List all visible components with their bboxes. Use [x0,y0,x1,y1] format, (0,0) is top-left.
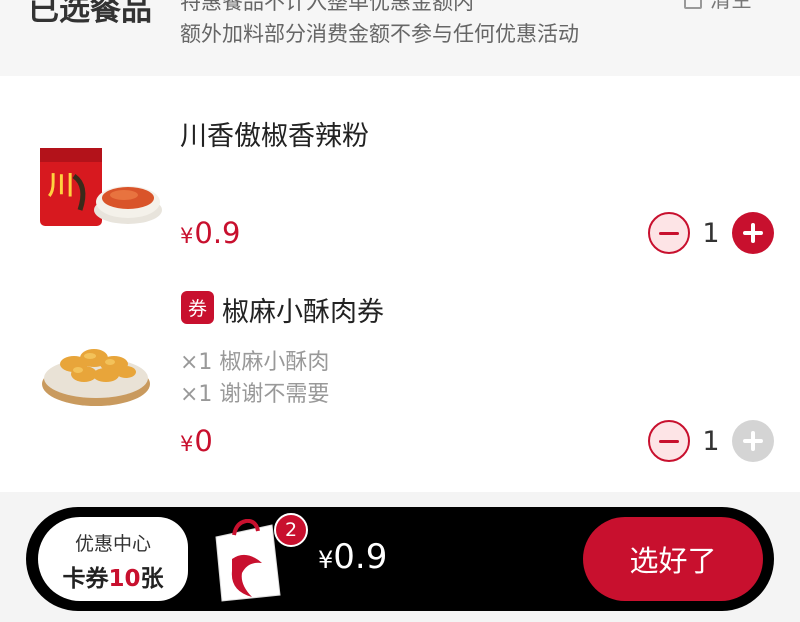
cart-count-badge: 2 [274,513,308,547]
item-price: ¥0.9 [180,216,241,250]
cart-bar: 优惠中心 卡券10张 2 ¥0.9 选好了 [26,507,774,611]
decrease-button[interactable] [648,420,690,462]
clear-label: 清空 [710,0,752,12]
trash-icon [684,0,702,9]
quantity-value: 1 [702,217,720,249]
quantity-stepper: 1 [648,212,774,254]
currency-symbol: ¥ [180,432,194,456]
combo-sub-item: ×1 谢谢不需要 [180,382,330,407]
coupon-count-prefix: 卡券 [62,566,109,592]
price-value: 0.9 [194,216,241,250]
currency-symbol: ¥ [318,546,334,574]
coupon-count: 卡券10张 [38,559,188,593]
svg-text:川: 川 [48,171,74,201]
item-name: 椒麻小酥肉券 [222,297,384,328]
coupon-center-title: 优惠中心 [74,533,151,555]
quantity-stepper: 1 [648,420,774,462]
section-title: 已选餐品 [28,0,152,28]
increase-button[interactable] [732,212,774,254]
spicy-powder-packet-icon: 川 [40,148,162,226]
quantity-value: 1 [702,425,720,457]
total-value: 0.9 [333,537,388,577]
coupon-tag: 券 [181,291,214,324]
item-price: ¥0 [180,424,213,458]
price-value: 0 [194,424,213,458]
discount-note-2: 额外加料部分消费金额不参与任何优惠活动 [180,22,579,46]
discount-note-1: 特惠餐品不计入整单优惠金额内 [180,0,474,14]
selected-items-header: 已选餐品 特惠餐品不计入整单优惠金额内 额外加料部分消费金额不参与任何优惠活动 … [0,0,800,76]
increase-button-disabled[interactable] [732,420,774,462]
coupon-count-number: 10 [108,566,141,592]
cart-item: 川 川香傲椒香辣粉 ¥0.9 1 [0,96,800,268]
crispy-pork-plate-icon [42,349,150,406]
currency-symbol: ¥ [180,224,194,248]
cart-total: ¥0.9 [318,537,387,577]
combo-sub-item: ×1 椒麻小酥肉 [180,350,330,375]
cart-item: 券 椒麻小酥肉券 ×1 椒麻小酥肉 ×1 谢谢不需要 ¥0 1 [0,276,800,472]
coupon-count-suffix: 张 [140,566,164,592]
checkout-button[interactable]: 选好了 [583,517,763,601]
clear-cart-button[interactable]: 清空 [684,0,752,14]
item-name: 川香傲椒香辣粉 [180,121,369,152]
coupon-center-button[interactable]: 优惠中心 卡券10张 [38,517,188,601]
decrease-button[interactable] [648,212,690,254]
